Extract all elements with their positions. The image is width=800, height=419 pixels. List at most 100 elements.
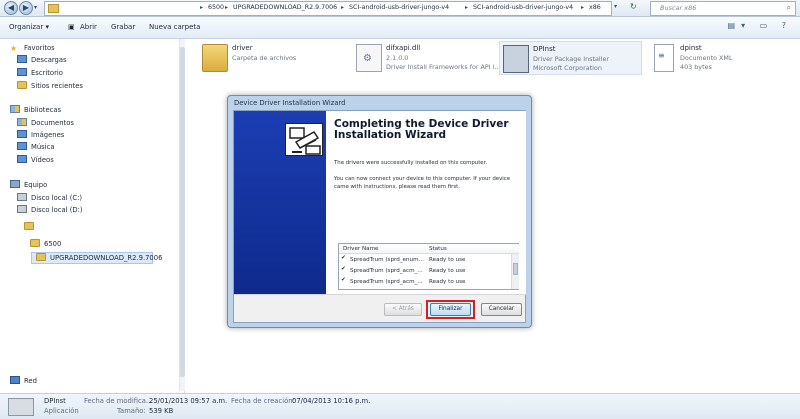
- detail-size-value: 539 KB: [149, 407, 174, 415]
- search-icon[interactable]: ⌕: [787, 3, 791, 13]
- search-input[interactable]: Buscar x86 ⌕: [650, 1, 796, 16]
- driver-row[interactable]: ✔ SpreadTrum (sprd_acm_... Ready to use: [339, 277, 511, 288]
- driver-list[interactable]: Driver Name Status ✔ SpreadTrum (sprd_en…: [338, 243, 519, 290]
- file-version: 2.1.0.0: [386, 54, 409, 62]
- sidebar-item-label: Descargas: [31, 56, 67, 64]
- sidebar-item-disk-c[interactable]: Disco local (C:): [17, 193, 82, 203]
- sidebar-item-network[interactable]: Red: [10, 376, 37, 386]
- dll-file-icon: ⚙: [356, 44, 382, 72]
- sidebar-item-desktop[interactable]: Escritorio: [17, 68, 63, 78]
- breadcrumb-item[interactable]: SCI-android-usb-driver-jungo-v4: [473, 4, 573, 11]
- dialog-title: Device Driver Installation Wizard: [234, 99, 346, 107]
- sidebar-scrollbar[interactable]: [179, 39, 185, 391]
- driver-list-header: Driver Name Status: [339, 244, 519, 254]
- drive-icon: [17, 193, 27, 201]
- file-name: driver: [232, 44, 253, 52]
- sidebar-item-label: Documentos: [31, 119, 74, 127]
- new-folder-button[interactable]: Nueva carpeta: [149, 23, 200, 31]
- breadcrumb-separator-icon[interactable]: ▸: [581, 4, 584, 11]
- driver-row[interactable]: ✔ SpreadTrum (sprd_acm_... Ready to use: [339, 266, 511, 277]
- detail-modified-value: 25/01/2013 09:57 a.m.: [149, 397, 228, 405]
- folder-icon: [36, 253, 46, 261]
- videos-icon: [17, 155, 27, 163]
- file-item-difxapi[interactable]: ⚙ difxapi.dll 2.1.0.0 Driver Install Fra…: [356, 44, 501, 74]
- file-name: difxapi.dll: [386, 44, 421, 52]
- file-company: Microsoft Corporation: [533, 64, 602, 72]
- driver-wizard-dialog: Device Driver Installation Wizard Comple…: [227, 95, 532, 328]
- folder-icon: [48, 4, 59, 13]
- detail-created-value: 07/04/2013 10:16 p.m.: [292, 397, 371, 405]
- folder-icon: [24, 222, 34, 230]
- sidebar-item-label: Favoritos: [24, 44, 55, 52]
- breadcrumb-separator-icon[interactable]: ▸: [225, 4, 228, 11]
- driver-list-scrollbar[interactable]: [511, 254, 519, 289]
- checkmark-icon: ✔: [341, 266, 346, 272]
- sidebar-item-videos[interactable]: Vídeos: [17, 155, 54, 165]
- sidebar-item-favorites[interactable]: ★ Favoritos: [10, 43, 55, 53]
- breadcrumb-separator-icon[interactable]: ▸: [341, 4, 344, 11]
- file-item-dpinst-xml[interactable]: ≡ dpinst Documento XML 403 bytes: [654, 44, 774, 74]
- column-header-status[interactable]: Status: [429, 246, 447, 252]
- finish-button[interactable]: Finalizar: [430, 303, 471, 316]
- file-description: Driver Package Installer: [533, 55, 610, 63]
- file-name: dpinst: [680, 44, 702, 52]
- file-item-dpinst-exe[interactable]: DPInst Driver Package Installer Microsof…: [499, 41, 642, 75]
- sidebar-item-downloads[interactable]: Descargas: [17, 55, 67, 65]
- cancel-button[interactable]: Cancelar: [481, 303, 522, 316]
- sidebar-item-recent[interactable]: Sitios recientes: [17, 81, 83, 91]
- downloads-icon: [17, 55, 27, 63]
- driver-status: Ready to use: [429, 257, 466, 263]
- sidebar-item-music[interactable]: Música: [17, 142, 55, 152]
- burn-button[interactable]: Grabar: [111, 23, 135, 31]
- scrollbar-thumb[interactable]: [513, 263, 518, 275]
- breadcrumb-separator-icon[interactable]: ▸: [465, 4, 468, 11]
- sidebar-item-libraries[interactable]: Bibliotecas: [10, 105, 61, 115]
- sidebar-item-documents[interactable]: Documentos: [17, 118, 74, 128]
- search-placeholder: Buscar x86: [660, 4, 697, 12]
- breadcrumb-item[interactable]: x86: [589, 4, 601, 11]
- sidebar-item-disk-d[interactable]: Disco local (D:): [17, 205, 83, 215]
- sidebar-item-label: Disco local (C:): [31, 194, 83, 202]
- file-type: Documento XML: [680, 54, 733, 62]
- detail-modified-label: Fecha de modifica...: [84, 397, 153, 405]
- checkmark-icon: ✔: [341, 277, 346, 283]
- sidebar-item-label: UPGRADEDOWNLOAD_R2.9.7006: [50, 254, 163, 262]
- sidebar-item-computer[interactable]: Equipo: [10, 180, 47, 190]
- sidebar-item-label: Sitios recientes: [31, 82, 83, 90]
- breadcrumb-separator-icon[interactable]: ▸: [200, 4, 203, 11]
- sidebar-item-label: Escritorio: [31, 69, 63, 77]
- driver-name: SpreadTrum (sprd_enum...: [350, 257, 424, 263]
- command-bar: Organizar ▾ ▣ Abrir Grabar Nueva carpeta…: [0, 17, 800, 39]
- breadcrumb-item[interactable]: UPGRADEDOWNLOAD_R2.9.7006: [233, 4, 337, 11]
- sidebar-item-upgradedownload[interactable]: UPGRADEDOWNLOAD_R2.9.7006: [31, 252, 162, 264]
- scrollbar-thumb[interactable]: [180, 47, 185, 377]
- file-name: DPInst: [533, 45, 556, 53]
- sidebar-item-folder[interactable]: [24, 222, 38, 232]
- breadcrumb-item[interactable]: 6500: [208, 4, 224, 11]
- file-size: 403 bytes: [680, 63, 712, 71]
- folder-icon: [202, 44, 228, 72]
- desktop-icon: [17, 68, 27, 76]
- folder-icon: [30, 239, 40, 247]
- sidebar-item-images[interactable]: Imágenes: [17, 130, 64, 140]
- driver-name: SpreadTrum (sprd_acm_...: [350, 279, 423, 285]
- back-button[interactable]: < Atrás: [384, 303, 422, 316]
- column-header-driver-name[interactable]: Driver Name: [343, 246, 379, 252]
- driver-row[interactable]: ✔ SpreadTrum (sprd_enum... Ready to use: [339, 255, 511, 266]
- view-options-icon[interactable]: ▤▾ ▭ ?: [728, 21, 792, 30]
- recent-pages-dropdown-icon[interactable]: ▾: [34, 4, 41, 12]
- sidebar-item-6500[interactable]: 6500: [30, 239, 61, 249]
- breadcrumb-item[interactable]: SCI-android-usb-driver-jungo-v4: [349, 4, 449, 11]
- forward-arrow-icon[interactable]: ▶: [19, 1, 33, 15]
- organize-menu[interactable]: Organizar ▾: [9, 23, 49, 31]
- sidebar-item-label: Red: [24, 377, 37, 385]
- music-icon: [17, 142, 27, 150]
- details-pane: DPInst Aplicación Fecha de modifica... 2…: [0, 393, 800, 419]
- recent-places-icon: [17, 81, 27, 89]
- file-item-driver[interactable]: driver Carpeta de archivos: [202, 44, 332, 74]
- open-button-icon[interactable]: ▣: [68, 23, 75, 31]
- breadcrumb[interactable]: ▸ 6500 ▸ UPGRADEDOWNLOAD_R2.9.7006 ▸ SCI…: [44, 1, 612, 16]
- driver-status: Ready to use: [429, 279, 466, 285]
- back-arrow-icon[interactable]: ◀: [4, 1, 18, 15]
- open-button[interactable]: Abrir: [80, 23, 97, 31]
